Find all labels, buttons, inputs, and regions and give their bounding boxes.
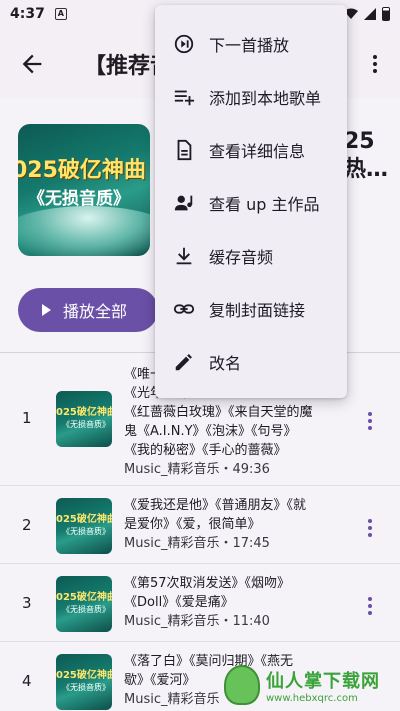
track-number: 1	[22, 409, 32, 427]
back-arrow-icon[interactable]	[18, 50, 46, 78]
track-title-line: 《第57次取消发送》《烟吻》	[124, 576, 291, 591]
play-icon	[42, 304, 51, 316]
edit-icon	[175, 353, 192, 370]
track-title-line: 《爱我还是他》《普通朋友》《就	[124, 498, 307, 513]
play-next-icon	[174, 34, 194, 53]
track-title-line: 是爱你》《爱，很简单》	[124, 517, 261, 532]
track-number: 3	[22, 594, 32, 612]
track-title-line: 鬼《A.I.N.Y》《泡沫》《句号》	[124, 424, 297, 439]
menu-item-details[interactable]: 查看详细信息	[155, 123, 347, 176]
menu-label: 改名	[209, 353, 242, 373]
track-more-icon[interactable]	[368, 516, 372, 537]
status-time: 4:37	[10, 6, 45, 22]
track-meta: Music_精彩音乐・11:40	[124, 614, 270, 629]
list-item[interactable]: 3 025破亿神曲 《无损音质》 《第57次取消发送》《烟吻》 《Doll》《爱是…	[0, 564, 400, 642]
status-icons	[344, 7, 390, 21]
menu-label: 查看 up 主作品	[209, 194, 320, 214]
track-thumbnail: 025破亿神曲 《无损音质》	[56, 391, 112, 447]
download-icon	[176, 247, 192, 264]
track-thumbnail: 025破亿神曲 《无损音质》	[56, 576, 112, 632]
watermark-url: www.hebxqrc.com	[266, 692, 358, 704]
menu-label: 查看详细信息	[209, 141, 306, 161]
menu-label: 缓存音频	[209, 247, 274, 267]
menu-item-copy-cover-link[interactable]: 复制封面链接	[155, 282, 347, 335]
battery-icon	[382, 7, 390, 21]
cover-text-line1: 025破亿神曲	[18, 158, 146, 183]
context-menu: 下一首播放 添加到本地歌单 查看详细信息 查看 up 主作品 缓存音频 复制封面…	[155, 5, 347, 398]
track-meta: Music_精彩音乐・49:36	[124, 462, 270, 477]
track-title-line: 《Doll》《爱是痛》	[124, 595, 234, 610]
track-number: 4	[22, 672, 32, 690]
menu-item-uploader-works[interactable]: 查看 up 主作品	[155, 176, 347, 229]
watermark-name: 仙人掌下载网	[266, 670, 380, 692]
track-info: 《爱我还是他》《普通朋友》《就 是爱你》《爱，很简单》 Music_精彩音乐・1…	[124, 496, 354, 553]
menu-item-cache-audio[interactable]: 缓存音频	[155, 229, 347, 282]
playlist-add-icon	[174, 90, 195, 105]
menu-item-add-to-playlist[interactable]: 添加到本地歌单	[155, 70, 347, 123]
track-thumbnail: 025破亿神曲 《无损音质》	[56, 498, 112, 554]
track-number: 2	[22, 516, 32, 534]
track-thumbnail: 025破亿神曲 《无损音质》	[56, 654, 112, 710]
song-list: 1 025破亿神曲《无损音质》 《唯一》 《光年之外》 《红蔷薇白玫瑰》《来自天…	[0, 353, 400, 711]
play-all-label: 播放全部	[63, 302, 128, 321]
menu-label: 下一首播放	[209, 35, 290, 55]
track-more-icon[interactable]	[368, 594, 372, 615]
track-title-line: 《我的秘密》《手心的蔷薇》	[124, 443, 287, 458]
signal-icon	[364, 8, 376, 20]
menu-label: 复制封面链接	[209, 300, 306, 320]
menu-item-play-next[interactable]: 下一首播放	[155, 17, 347, 70]
cactus-mascot-icon	[224, 665, 260, 705]
track-title-line: 《红蔷薇白玫瑰》《来自天堂的魔	[124, 405, 313, 420]
list-item[interactable]: 2 025破亿神曲 《无损音质》 《爱我还是他》《普通朋友》《就 是爱你》《爱，很…	[0, 486, 400, 564]
track-more-icon[interactable]	[368, 409, 372, 430]
cover-text-line2: 《无损音质》	[28, 189, 130, 209]
play-all-button[interactable]: 播放全部	[18, 288, 158, 332]
track-info: 《第57次取消发送》《烟吻》 《Doll》《爱是痛》 Music_精彩音乐・11…	[124, 574, 354, 631]
watermark: 仙人掌下载网 www.hebxqrc.com	[224, 663, 394, 707]
person-music-icon	[174, 195, 193, 210]
playlist-cover: 025破亿神曲 《无损音质》	[18, 124, 150, 256]
document-icon	[177, 139, 192, 160]
playlist-title: 25 热…	[344, 129, 389, 182]
more-options-icon[interactable]	[372, 52, 378, 74]
track-meta: Music_精彩音乐・17:45	[124, 536, 270, 551]
menu-label: 添加到本地歌单	[209, 88, 322, 108]
notification-a-icon: A	[54, 8, 67, 20]
link-icon	[173, 303, 195, 314]
menu-item-rename[interactable]: 改名	[155, 335, 347, 388]
